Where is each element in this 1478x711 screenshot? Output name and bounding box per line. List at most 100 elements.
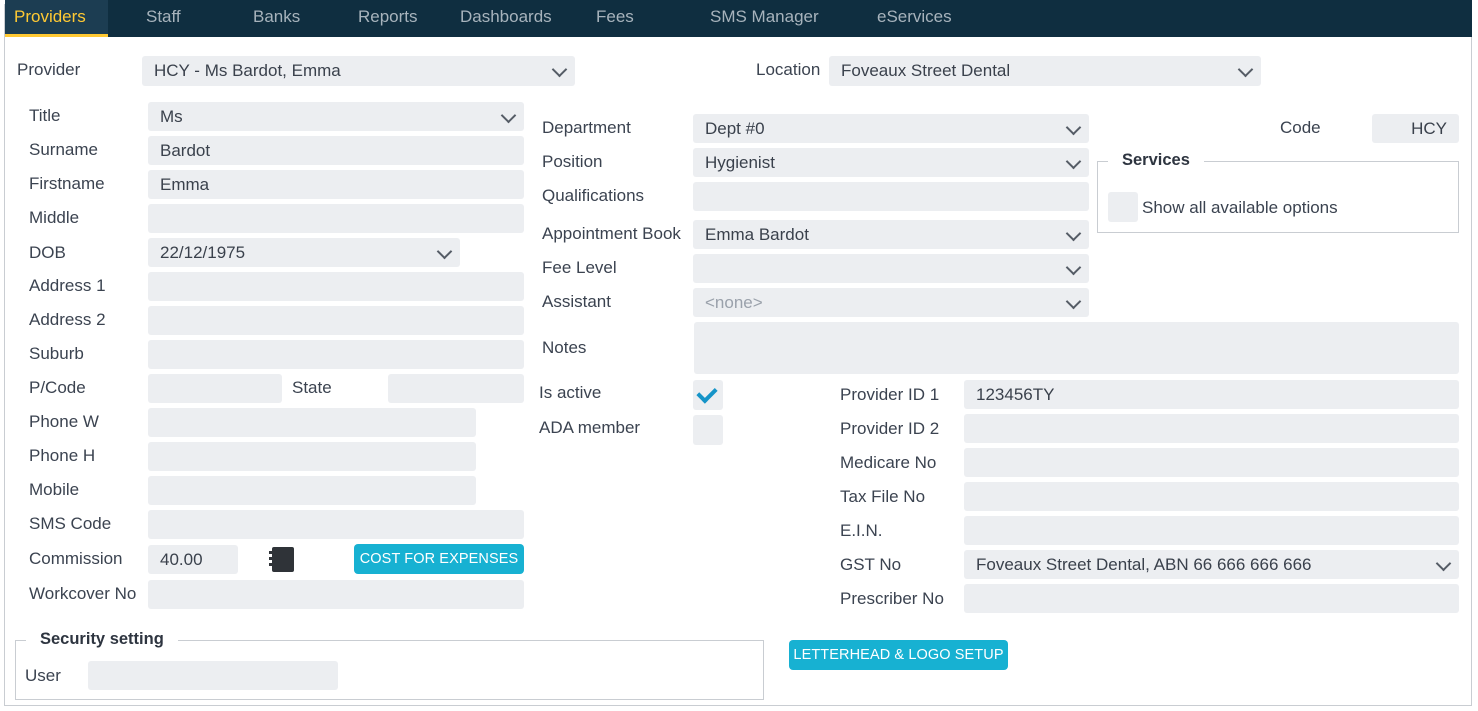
- suburb-field[interactable]: [148, 340, 524, 369]
- sms-code-field[interactable]: [148, 510, 524, 539]
- position-value: Hygienist: [705, 153, 775, 172]
- dob-picker[interactable]: 22/12/1975: [148, 238, 460, 267]
- phone-w-field[interactable]: [148, 408, 476, 437]
- middle-field[interactable]: [148, 204, 524, 233]
- tax-file-label: Tax File No: [840, 487, 926, 506]
- assistant-label: Assistant: [542, 292, 611, 311]
- middle-label: Middle: [29, 208, 80, 227]
- cost-for-expenses-button[interactable]: COST FOR EXPENSES: [354, 544, 524, 574]
- tab-banks[interactable]: Banks: [253, 0, 300, 37]
- provider-id1-field[interactable]: 123456TY: [964, 380, 1459, 409]
- position-label: Position: [542, 152, 603, 171]
- prescriber-label: Prescriber No: [840, 589, 944, 608]
- medicare-label: Medicare No: [840, 453, 937, 472]
- pcode-field[interactable]: [148, 374, 282, 403]
- chevron-down-icon: [1065, 259, 1082, 275]
- chevron-down-icon: [436, 243, 453, 259]
- notebook-icon[interactable]: [269, 547, 294, 572]
- dob-label: DOB: [29, 243, 66, 262]
- department-value: Dept #0: [705, 119, 765, 138]
- mobile-field[interactable]: [148, 476, 476, 505]
- gst-select[interactable]: Foveaux Street Dental, ABN 66 666 666 66…: [964, 550, 1459, 579]
- tab-sms-manager[interactable]: SMS Manager: [710, 0, 819, 37]
- workcover-label: Workcover No: [29, 584, 137, 603]
- workcover-field[interactable]: [148, 580, 524, 609]
- provider-select-value: HCY - Ms Bardot, Emma: [154, 61, 341, 80]
- state-field[interactable]: [388, 374, 524, 403]
- address2-label: Address 2: [29, 310, 106, 329]
- notes-label: Notes: [542, 338, 587, 357]
- ada-member-label: ADA member: [539, 418, 641, 437]
- phone-h-field[interactable]: [148, 442, 476, 471]
- mobile-label: Mobile: [29, 480, 80, 499]
- phone-h-label: Phone H: [29, 446, 96, 465]
- firstname-field[interactable]: Emma: [148, 170, 524, 199]
- provider-select[interactable]: HCY - Ms Bardot, Emma: [142, 56, 575, 86]
- show-all-options-label: Show all available options: [1142, 198, 1338, 217]
- user-field[interactable]: [88, 661, 338, 690]
- chevron-down-icon: [1065, 153, 1082, 169]
- commission-field[interactable]: 40.00: [148, 545, 238, 574]
- letterhead-logo-setup-button[interactable]: LETTERHEAD & LOGO SETUP: [789, 640, 1008, 670]
- provider-id2-field[interactable]: [964, 414, 1459, 443]
- provider-id1-label: Provider ID 1: [840, 385, 940, 404]
- sms-code-label: SMS Code: [29, 514, 112, 533]
- department-select[interactable]: Dept #0: [693, 114, 1089, 143]
- tab-eservices[interactable]: eServices: [877, 0, 952, 37]
- chevron-down-icon: [1065, 119, 1082, 135]
- fee-level-select[interactable]: [693, 254, 1089, 283]
- pcode-label: P/Code: [29, 378, 86, 397]
- surname-field[interactable]: Bardot: [148, 136, 524, 165]
- fee-level-label: Fee Level: [542, 258, 617, 277]
- user-label: User: [25, 666, 61, 685]
- address2-field[interactable]: [148, 306, 524, 335]
- address1-label: Address 1: [29, 276, 106, 295]
- appointment-book-label: Appointment Book: [542, 224, 681, 243]
- assistant-select[interactable]: <none>: [693, 288, 1089, 317]
- medicare-field[interactable]: [964, 448, 1459, 477]
- address1-field[interactable]: [148, 272, 524, 301]
- department-label: Department: [542, 118, 631, 137]
- tab-dashboards[interactable]: Dashboards: [460, 0, 552, 37]
- title-label: Title: [29, 106, 61, 125]
- show-all-options-checkbox[interactable]: [1108, 192, 1138, 222]
- tab-reports[interactable]: Reports: [358, 0, 418, 37]
- tax-file-field[interactable]: [964, 482, 1459, 511]
- appointment-book-value: Emma Bardot: [705, 225, 809, 244]
- firstname-label: Firstname: [29, 174, 105, 193]
- suburb-label: Suburb: [29, 344, 84, 363]
- notes-field[interactable]: [694, 322, 1459, 374]
- tab-staff[interactable]: Staff: [146, 0, 181, 37]
- services-group: [1097, 161, 1459, 233]
- position-select[interactable]: Hygienist: [693, 148, 1089, 177]
- assistant-value: <none>: [705, 293, 763, 312]
- chevron-down-icon: [551, 61, 568, 78]
- code-field[interactable]: HCY: [1372, 114, 1459, 143]
- checkmark-icon: [696, 382, 718, 404]
- qualifications-field[interactable]: [693, 182, 1089, 211]
- is-active-checkbox[interactable]: [693, 380, 723, 410]
- tab-providers[interactable]: Providers: [5, 0, 108, 37]
- ada-member-checkbox[interactable]: [693, 415, 723, 445]
- tab-fees[interactable]: Fees: [596, 0, 634, 37]
- qualifications-label: Qualifications: [542, 186, 645, 205]
- title-select[interactable]: Ms: [148, 102, 524, 131]
- services-legend: Services: [1108, 151, 1204, 170]
- chevron-down-icon: [1435, 555, 1452, 571]
- commission-label: Commission: [29, 549, 123, 568]
- prescriber-field[interactable]: [964, 584, 1459, 613]
- gst-label: GST No: [840, 555, 902, 574]
- code-label: Code: [1280, 118, 1321, 137]
- appointment-book-select[interactable]: Emma Bardot: [693, 220, 1089, 249]
- surname-label: Surname: [29, 140, 98, 159]
- location-select-value: Foveaux Street Dental: [841, 61, 1011, 80]
- state-label: State: [292, 378, 332, 397]
- location-select[interactable]: Foveaux Street Dental: [829, 56, 1261, 86]
- chevron-down-icon: [1065, 225, 1082, 241]
- ein-label: E.I.N.: [840, 521, 883, 540]
- provider-label: Provider: [17, 60, 81, 79]
- is-active-label: Is active: [539, 383, 602, 402]
- dob-value: 22/12/1975: [160, 243, 246, 262]
- title-select-value: Ms: [160, 107, 183, 126]
- ein-field[interactable]: [964, 516, 1459, 545]
